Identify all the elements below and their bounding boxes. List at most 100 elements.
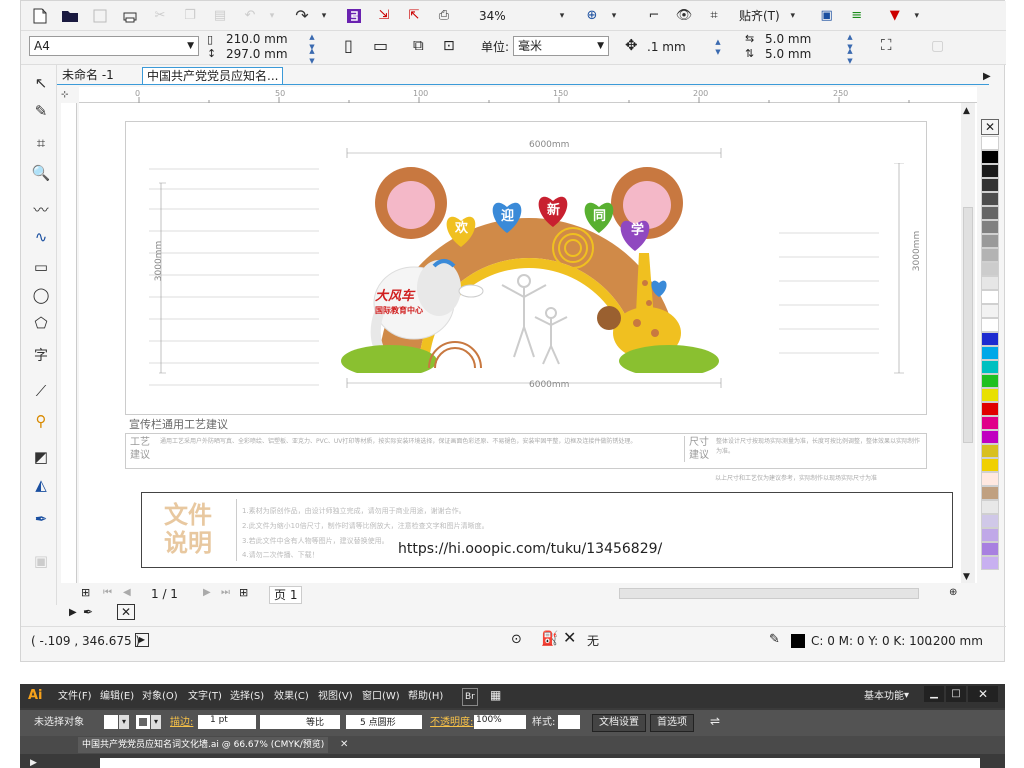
color-swatch[interactable] [981,472,999,486]
stroke-swatch[interactable] [136,715,150,729]
shape-tool-icon[interactable]: ✎ [29,99,53,123]
grid-icon[interactable]: ⌗ [703,5,725,27]
stroke-label[interactable]: 描边: [170,715,193,731]
arrange-docs-icon[interactable]: ▦ [490,687,501,703]
import-icon[interactable]: ⇲ [373,5,395,27]
add-page-after-icon[interactable]: ⊞ [239,585,248,601]
color-swatch[interactable] [981,206,999,220]
welcome-screen-icon[interactable]: ▣ [816,5,838,27]
nudge-value[interactable]: .1 mm [647,39,686,55]
color-swatch[interactable] [981,360,999,374]
connector-tool-icon[interactable]: ⚲ [29,409,53,433]
ai-canvas[interactable] [100,758,980,768]
color-swatch[interactable] [981,248,999,262]
color-swatch[interactable] [981,262,999,276]
show-rulers-icon[interactable]: ⌐ [643,5,665,27]
opacity-label[interactable]: 不透明度: [430,715,473,731]
color-swatch[interactable] [981,290,999,304]
source-url[interactable]: https://hi.ooopic.com/tuku/13456829/ [398,541,662,557]
color-swatch[interactable] [981,318,999,332]
last-page-icon[interactable]: ⏭ [221,585,230,601]
menu-file[interactable]: 文件(F) [58,689,92,705]
portrait-icon[interactable]: ▯ [344,38,353,54]
redo-dropdown-icon[interactable]: ▾ [313,5,335,27]
camera-icon[interactable]: ⊙ [511,632,522,648]
color-swatch[interactable] [981,192,999,206]
print-icon[interactable] [119,5,141,27]
color-swatch[interactable] [981,542,999,556]
publish-pdf-icon[interactable]: ⎙ [433,5,455,27]
color-swatch[interactable] [981,304,999,318]
color-swatch[interactable] [981,556,999,570]
scroll-down-icon[interactable]: ▼ [963,569,970,585]
color-swatch[interactable] [981,136,999,150]
tab-untitled[interactable]: 未命名 -1 [62,67,114,83]
color-swatch[interactable] [981,486,999,500]
menu-help[interactable]: 帮助(H) [408,689,443,705]
launch-dropdown-icon[interactable]: ▾ [906,5,928,27]
play-icon[interactable]: ▶ [135,633,149,647]
drawing-canvas[interactable]: 6000mm 6000mm 3000mm 3000mm 欢 迎 新 同 学 大风… [79,103,977,583]
zoom-navigator-icon[interactable]: ⊕ [949,585,957,601]
ai-document-tab[interactable]: 中国共产党党员应知名词文化墙.ai @ 66.67% (CMYK/预览) [78,737,329,753]
ellipse-tool-icon[interactable]: ◯ [29,283,53,307]
current-page-icon[interactable]: ⊡ [443,38,455,54]
color-swatch[interactable] [981,528,999,542]
vertical-ruler[interactable] [61,103,77,583]
first-page-icon[interactable]: ⏮ [103,585,112,601]
brush-definition[interactable]: 等比 [260,715,340,729]
color-swatch[interactable] [981,374,999,388]
export-icon[interactable]: ⇱ [403,5,425,27]
snap-menu[interactable]: 贴齐(T) [739,8,780,24]
align-icon[interactable]: ⇌ [710,713,720,729]
color-swatch[interactable] [981,346,999,360]
menu-effect[interactable]: 效果(C) [274,689,309,705]
landscape-icon[interactable]: ▭ [373,38,388,54]
dup-x-value[interactable]: 5.0 mm [765,31,811,47]
preferences-button[interactable]: 首选项 [650,714,694,732]
dup-y-spinner-icon[interactable]: ▲ ▼ [843,46,857,66]
color-swatch[interactable] [981,444,999,458]
color-swatch[interactable] [981,150,999,164]
horizontal-scroll-thumb[interactable] [619,588,919,599]
ruler-origin-icon[interactable]: ⊹ [61,87,69,103]
fill-dropdown-icon[interactable]: ▾ [119,715,129,729]
opacity-field[interactable]: 100% [474,715,526,729]
view-icon[interactable]: 👁 [673,5,695,27]
fill-swatch[interactable] [104,715,118,729]
zoom-tool-icon[interactable]: 🔍 [29,161,53,185]
scroll-up-icon[interactable]: ▲ [963,103,970,119]
cut-icon[interactable]: ✂ [149,5,171,27]
tab-scroll-right-icon[interactable]: ▶ [983,69,991,85]
treat-as-filled-icon[interactable]: ⛶ [881,37,892,53]
variable-width-profile[interactable]: 5 点圆形 [346,715,422,729]
vertical-scroll-thumb[interactable] [963,207,973,443]
polygon-tool-icon[interactable]: ⬠ [29,311,53,335]
undo-icon[interactable]: ↶ [239,5,261,27]
stroke-weight-field[interactable]: 1 pt [198,715,256,729]
launch-icon[interactable]: ▼ [884,5,906,27]
color-swatch[interactable] [981,402,999,416]
color-swatch[interactable] [981,332,999,346]
workspace-dropdown-icon[interactable]: ▾ [904,688,909,704]
color-swatch[interactable] [981,276,999,290]
transparency-icon[interactable]: ◭ [29,473,53,497]
color-swatch[interactable] [981,514,999,528]
expand-docker-icon[interactable]: ▶ [69,605,77,621]
menu-object[interactable]: 对象(O) [142,689,178,705]
zoom-level[interactable]: 34% [479,8,529,24]
height-spinner-icon[interactable]: ▲ ▼ [305,46,319,66]
horizontal-ruler[interactable]: 0 50 100 150 200 250 [79,87,977,103]
page-width-value[interactable]: 210.0 mm [226,31,288,47]
page-size-select[interactable]: A4 ▼ [29,36,199,56]
redo-icon[interactable]: ↷ [291,5,313,27]
search-content-icon[interactable] [343,5,365,27]
open-folder-icon[interactable] [59,5,81,27]
color-swatch[interactable] [981,430,999,444]
drop-shadow-icon[interactable]: ◩ [29,445,53,469]
color-swatch[interactable] [981,178,999,192]
workspace-switcher[interactable]: 基本功能 [864,689,904,705]
dup-y-value[interactable]: 5.0 mm [765,46,811,62]
color-swatch[interactable] [981,458,999,472]
pick-tool-icon[interactable]: ↖ [29,71,53,95]
